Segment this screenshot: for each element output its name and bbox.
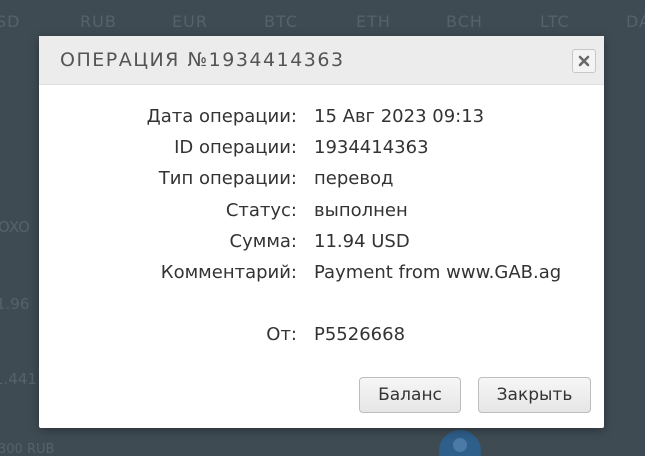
operation-details-dialog: ОПЕРАЦИЯ №1934414363 Дата операции: 15 А… [39,36,604,428]
field-label: Статус: [225,200,297,221]
operation-id-value: 1934414363 [314,137,429,158]
operation-status-value: выполнен [314,200,408,221]
dialog-header: ОПЕРАЦИЯ №1934414363 [39,36,604,85]
background-amount: 1.441 [0,370,37,388]
operation-type-value: перевод [314,168,394,189]
field-row-date: Дата операции: 15 Авг 2023 09:13 [39,106,604,130]
field-row-from: От: P5526668 [39,324,604,348]
background-amount: 1.96 [0,295,30,313]
field-row-comment: Комментарий: Payment from www.GAB.ag [39,262,604,286]
field-label: ID операции: [174,137,297,158]
currency-tab-bar: SD RUB EUR BTC ETH BCH LTC DA [0,8,645,36]
field-row-amount: Сумма: 11.94 USD [39,231,604,255]
currency-tab-btc[interactable]: BTC [264,12,298,31]
currency-tab-eur[interactable]: EUR [172,12,208,31]
currency-tab-ltc[interactable]: LTC [540,12,570,31]
field-label: Сумма: [229,231,297,252]
field-label: От: [266,324,297,345]
balance-button[interactable]: Баланс [359,377,461,413]
dialog-title: ОПЕРАЦИЯ №1934414363 [60,49,345,71]
currency-tab-eth[interactable]: ETH [356,12,391,31]
field-row-id: ID операции: 1934414363 [39,137,604,161]
field-label: Комментарий: [160,262,297,283]
operation-date-value: 15 Авг 2023 09:13 [314,106,485,127]
currency-tab-da[interactable]: DA [626,12,645,31]
background-amount: 300 RUB [0,442,55,456]
close-icon[interactable] [572,49,596,73]
field-label: Дата операции: [146,106,297,127]
currency-tab-rub[interactable]: RUB [80,12,117,31]
currency-tab-usd[interactable]: SD [0,12,20,31]
field-row-status: Статус: выполнен [39,200,604,224]
background-avatar-icon [439,430,481,456]
operation-amount-value: 11.94 USD [314,231,410,252]
field-label: Тип операции: [158,168,297,189]
field-row-type: Тип операции: перевод [39,168,604,192]
close-button[interactable]: Закрыть [478,377,591,413]
operation-from-value: P5526668 [314,324,406,345]
operation-comment-value: Payment from www.GAB.ag [314,262,562,283]
background-label: OXO [0,218,30,236]
currency-tab-bch[interactable]: BCH [446,12,483,31]
